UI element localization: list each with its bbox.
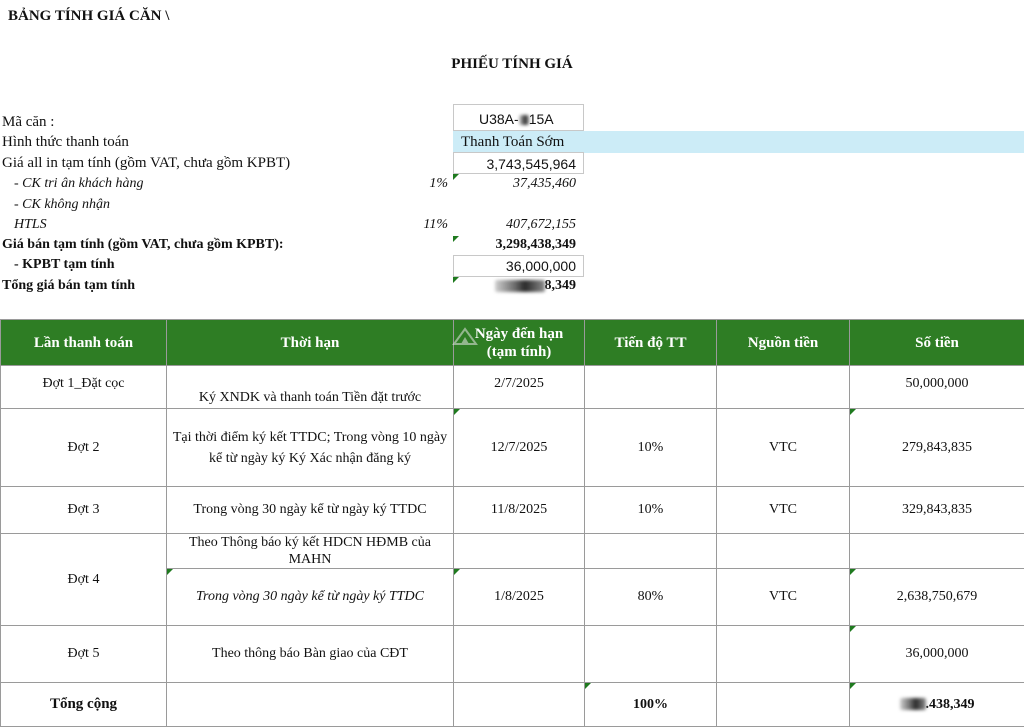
cell-thoi-han[interactable]: Tại thời điểm ký kết TTDC; Trong vòng 10… bbox=[167, 409, 454, 487]
col-header-thoi-han: Thời hạn bbox=[167, 320, 454, 366]
col-header-ngay-den-han-text: Ngày đến hạn (tạm tính) bbox=[469, 325, 569, 361]
cell-thoi-han[interactable]: Theo thông báo Bàn giao của CĐT bbox=[167, 626, 454, 683]
table-total-row: Tổng cộng 100% .438,349 bbox=[1, 683, 1024, 727]
htls-pct: 11% bbox=[400, 217, 448, 233]
cell-ngay[interactable] bbox=[454, 626, 585, 683]
table-row: Đợt 3 Trong vòng 30 ngày kể từ ngày ký T… bbox=[1, 487, 1024, 534]
kpbt-value: 36,000,000 bbox=[453, 258, 576, 274]
ck-khong-nhan-label: - CK không nhận bbox=[14, 197, 110, 213]
gia-ban-value: 3,298,438,349 bbox=[453, 237, 576, 253]
cell-marker bbox=[850, 626, 856, 632]
cell-lan[interactable]: Đợt 3 bbox=[1, 487, 167, 534]
gia-all-in-value: 3,743,545,964 bbox=[453, 156, 576, 172]
watermark-logo-icon bbox=[452, 326, 478, 346]
cell-tien-do[interactable] bbox=[585, 626, 717, 683]
cell-thoi-han[interactable]: Trong vòng 30 ngày kể từ ngày ký TTDC bbox=[167, 487, 454, 534]
cell-marker bbox=[454, 569, 460, 575]
cell-ngay-text: 2/7/2025 bbox=[494, 376, 544, 391]
gia-ban-label: Giá bán tạm tính (gồm VAT, chưa gồm KPBT… bbox=[2, 237, 284, 253]
cell-tien-do[interactable]: 80% bbox=[585, 569, 717, 626]
total-tien-do[interactable]: 100% bbox=[585, 683, 717, 727]
cell-thoi-han[interactable]: Ký XNDK và thanh toán Tiền đặt trước bbox=[167, 366, 454, 409]
cell-tien-do[interactable]: 10% bbox=[585, 487, 717, 534]
hinh-thuc-label: Hình thức thanh toán bbox=[2, 134, 129, 151]
cell-thoi-han-text: Trong vòng 30 ngày kể từ ngày ký TTDC bbox=[196, 589, 424, 604]
ck-tri-an-value: 37,435,460 bbox=[453, 176, 576, 192]
payment-schedule-table: Lần thanh toán Thời hạn Ngày đến hạn (tạ… bbox=[0, 319, 1024, 727]
cell-so-tien-text: 36,000,000 bbox=[906, 646, 969, 661]
cell-nguon[interactable] bbox=[717, 626, 850, 683]
cell-ngay[interactable]: 1/8/2025 bbox=[454, 569, 585, 626]
total-label[interactable]: Tổng cộng bbox=[1, 683, 167, 727]
cell-nguon[interactable]: VTC bbox=[717, 569, 850, 626]
cell-marker bbox=[850, 569, 856, 575]
cell-lan[interactable]: Đợt 1_Đặt cọc bbox=[1, 366, 167, 409]
cell-thoi-han[interactable]: Theo Thông báo ký kết HDCN HĐMB của MAHN bbox=[167, 534, 454, 569]
cell-so-tien-text: 50,000,000 bbox=[906, 376, 969, 391]
ma-can-value: U38A-15A bbox=[479, 111, 554, 127]
hinh-thuc-value: Thanh Toán Sớm bbox=[461, 134, 564, 151]
ck-tri-an-pct: 1% bbox=[400, 176, 448, 192]
cell-marker bbox=[454, 409, 460, 415]
total-ngay[interactable] bbox=[454, 683, 585, 727]
cell-marker bbox=[850, 683, 856, 689]
cell-tien-do[interactable]: 10% bbox=[585, 409, 717, 487]
cell-ngay[interactable]: 12/7/2025 bbox=[454, 409, 585, 487]
cell-tien-do[interactable] bbox=[585, 534, 717, 569]
kpbt-label: - KPBT tạm tính bbox=[14, 257, 114, 273]
gia-all-in-label: Giá all in tạm tính (gồm VAT, chưa gồm K… bbox=[2, 155, 290, 172]
cell-lan[interactable]: Đợt 4 bbox=[1, 534, 167, 626]
cell-nguon[interactable]: VTC bbox=[717, 487, 850, 534]
cell-so-tien[interactable] bbox=[850, 534, 1024, 569]
cell-ngay[interactable]: 2/7/2025 bbox=[454, 366, 585, 409]
cell-marker bbox=[585, 683, 591, 689]
total-tien-do-text: 100% bbox=[633, 697, 668, 712]
table-row: Đợt 2 Tại thời điểm ký kết TTDC; Trong v… bbox=[1, 409, 1024, 487]
table-header-row: Lần thanh toán Thời hạn Ngày đến hạn (tạ… bbox=[1, 320, 1024, 366]
total-nguon[interactable] bbox=[717, 683, 850, 727]
cell-ngay-text: 1/8/2025 bbox=[494, 589, 544, 604]
document-title: PHIẾU TÍNH GIÁ bbox=[0, 56, 1024, 73]
cell-marker bbox=[850, 409, 856, 415]
cell-nguon[interactable] bbox=[717, 534, 850, 569]
cell-thoi-han[interactable]: Trong vòng 30 ngày kể từ ngày ký TTDC bbox=[167, 569, 454, 626]
ck-tri-an-label: - CK tri ân khách hàng bbox=[14, 176, 144, 192]
col-header-so-tien: Số tiền bbox=[850, 320, 1024, 366]
total-thoi-han[interactable] bbox=[167, 683, 454, 727]
tong-gia-label: Tổng giá bán tạm tính bbox=[2, 278, 135, 294]
cell-so-tien[interactable]: 50,000,000 bbox=[850, 366, 1024, 409]
total-so-tien-text: .438,349 bbox=[926, 697, 975, 712]
cell-so-tien[interactable]: 279,843,835 bbox=[850, 409, 1024, 487]
cell-tien-do[interactable] bbox=[585, 366, 717, 409]
cell-ngay[interactable]: 11/8/2025 bbox=[454, 487, 585, 534]
ma-can-label: Mã căn : bbox=[2, 114, 54, 131]
cell-ngay[interactable] bbox=[454, 534, 585, 569]
table-row: Đợt 4 Theo Thông báo ký kết HDCN HĐMB củ… bbox=[1, 534, 1024, 569]
col-header-lan-thanh-toan: Lần thanh toán bbox=[1, 320, 167, 366]
table-row: Đợt 5 Theo thông báo Bàn giao của CĐT 36… bbox=[1, 626, 1024, 683]
total-so-tien[interactable]: .438,349 bbox=[850, 683, 1024, 727]
redacted-mark bbox=[519, 115, 529, 125]
table-row: Đợt 1_Đặt cọc Ký XNDK và thanh toán Tiền… bbox=[1, 366, 1024, 409]
redacted-mark bbox=[900, 698, 926, 710]
cell-lan[interactable]: Đợt 2 bbox=[1, 409, 167, 487]
cell-so-tien[interactable]: 329,843,835 bbox=[850, 487, 1024, 534]
cell-nguon[interactable]: VTC bbox=[717, 409, 850, 487]
htls-label: HTLS bbox=[14, 217, 47, 233]
htls-value: 407,672,155 bbox=[453, 217, 576, 233]
cell-lan[interactable]: Đợt 5 bbox=[1, 626, 167, 683]
cell-marker bbox=[167, 569, 173, 575]
col-header-tien-do: Tiến độ TT bbox=[585, 320, 717, 366]
cell-so-tien[interactable]: 2,638,750,679 bbox=[850, 569, 1024, 626]
cell-so-tien[interactable]: 36,000,000 bbox=[850, 626, 1024, 683]
redacted-mark bbox=[495, 280, 545, 292]
cell-nguon[interactable] bbox=[717, 366, 850, 409]
cell-so-tien-text: 2,638,750,679 bbox=[897, 589, 978, 604]
sheet-title: BẢNG TÍNH GIÁ CĂN \ bbox=[8, 8, 169, 25]
cell-ngay-text: 12/7/2025 bbox=[491, 440, 548, 455]
col-header-nguon-tien: Nguồn tiền bbox=[717, 320, 850, 366]
cell-so-tien-text: 279,843,835 bbox=[902, 440, 972, 455]
tong-gia-value: 8,349 bbox=[453, 278, 576, 294]
